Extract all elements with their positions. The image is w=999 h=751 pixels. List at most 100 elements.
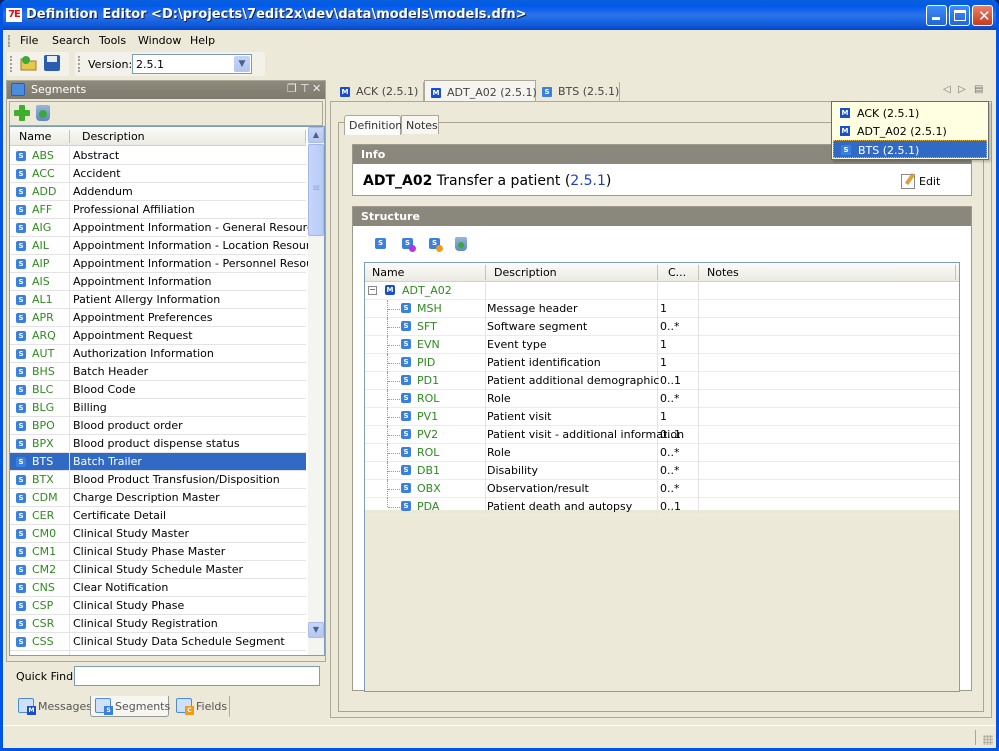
chevron-down-icon[interactable]: ▼ bbox=[234, 56, 250, 72]
vertical-scrollbar[interactable]: ▲ ▼ bbox=[308, 127, 324, 655]
segment-row[interactable]: S AIG Appointment Information - General Re… bbox=[10, 219, 320, 237]
open-icon[interactable] bbox=[20, 55, 38, 71]
scroll-tabs-right-icon[interactable]: ▷ bbox=[958, 84, 966, 95]
structure-row[interactable]: S SFT Software segment 0..* bbox=[365, 318, 959, 336]
segment-row[interactable]: S ACC Accident bbox=[10, 165, 306, 183]
tab-messages[interactable]: M Messages bbox=[14, 696, 92, 717]
segment-row[interactable]: S BHS Batch Header bbox=[10, 363, 306, 381]
menu-help[interactable]: Help bbox=[190, 34, 215, 47]
restore-icon[interactable]: ❐ bbox=[287, 82, 297, 95]
segment-row[interactable]: S AFF Professional Affiliation bbox=[10, 201, 306, 219]
column-header-description[interactable]: Description bbox=[494, 266, 557, 279]
add-segment-choice-icon[interactable]: S bbox=[429, 238, 443, 252]
structure-row[interactable]: S PDA Patient death and autopsy 0..1 bbox=[365, 498, 959, 516]
column-header-notes[interactable]: Notes bbox=[707, 266, 739, 279]
structure-row[interactable]: S PD1 Patient additional demographic 0..1 bbox=[365, 372, 959, 390]
segment-row[interactable]: S CER Certificate Detail bbox=[10, 507, 306, 525]
segment-row[interactable]: S CDM Charge Description Master bbox=[10, 489, 306, 507]
segment-row[interactable]: S BPX Blood product dispense status bbox=[10, 435, 306, 453]
delete-icon[interactable] bbox=[455, 237, 467, 251]
segment-row[interactable]: S AIS Appointment Information bbox=[10, 273, 306, 291]
structure-row[interactable]: S PID Patient identification 1 bbox=[365, 354, 959, 372]
column-separator[interactable] bbox=[69, 130, 70, 143]
menu-search[interactable]: Search bbox=[52, 34, 90, 47]
editor-tab-bts[interactable]: S BTS (2.5.1) bbox=[536, 82, 620, 102]
segment-row[interactable]: S AUT Authorization Information bbox=[10, 345, 306, 363]
edit-button[interactable]: Edit bbox=[901, 172, 961, 192]
tree-root-row[interactable]: − M ADT_A02 bbox=[365, 282, 959, 300]
segment-row[interactable]: S CSP Clinical Study Phase bbox=[10, 597, 306, 615]
segment-row[interactable]: S CNS Clear Notification bbox=[10, 579, 306, 597]
version-select[interactable]: 2.5.1 ▼ bbox=[132, 54, 252, 74]
editor-tab-ack[interactable]: M ACK (2.5.1) bbox=[334, 82, 424, 102]
popup-item-ack[interactable]: M ACK (2.5.1) bbox=[833, 104, 987, 122]
menu-tools[interactable]: Tools bbox=[99, 34, 126, 47]
add-segment-group-icon[interactable]: S bbox=[402, 238, 416, 252]
resize-grip[interactable] bbox=[983, 735, 993, 745]
segment-row[interactable]: S ARQ Appointment Request bbox=[10, 327, 306, 345]
quick-find-input[interactable] bbox=[74, 666, 320, 686]
structure-row[interactable]: S EVN Event type 1 bbox=[365, 336, 959, 354]
segment-row[interactable]: S ABS Abstract bbox=[10, 147, 306, 165]
tab-definition[interactable]: Definition bbox=[344, 115, 402, 135]
segment-row[interactable]: S CSR Clinical Study Registration bbox=[10, 615, 306, 633]
close-button[interactable]: ✕ bbox=[972, 5, 993, 26]
popup-item-adt-a02[interactable]: M ADT_A02 (2.5.1) bbox=[833, 122, 987, 140]
tab-fields[interactable]: C Fields bbox=[172, 696, 230, 717]
tab-segments[interactable]: S Segments bbox=[90, 696, 170, 717]
close-panel-icon[interactable]: ✕ bbox=[312, 82, 321, 95]
segment-row[interactable]: S CSS Clinical Study Data Schedule Segment bbox=[10, 633, 306, 651]
menu-file[interactable]: File bbox=[20, 34, 38, 47]
segment-row[interactable]: S CTD Contact Data bbox=[10, 651, 306, 655]
editor-tab-adt-a02[interactable]: M ADT_A02 (2.5.1) bbox=[424, 80, 537, 102]
segment-row[interactable]: S AIP Appointment Information - Personnel … bbox=[10, 255, 324, 273]
column-separator[interactable] bbox=[657, 265, 658, 280]
toolbar-grip[interactable] bbox=[10, 56, 12, 72]
popup-item-bts[interactable]: S BTS (2.5.1) bbox=[833, 140, 987, 158]
maximize-button[interactable] bbox=[949, 5, 970, 26]
scroll-up-button[interactable]: ▲ bbox=[308, 127, 324, 143]
segment-row[interactable]: S CM2 Clinical Study Schedule Master bbox=[10, 561, 306, 579]
segment-row[interactable]: S CM0 Clinical Study Master bbox=[10, 525, 306, 543]
structure-row[interactable]: S DB1 Disability 0..* bbox=[365, 462, 959, 480]
column-separator[interactable] bbox=[955, 265, 956, 280]
structure-row[interactable]: S ROL Role 0..* bbox=[365, 390, 959, 408]
pin-icon[interactable]: ⊤ bbox=[300, 82, 310, 95]
segment-row[interactable]: S APR Appointment Preferences bbox=[10, 309, 306, 327]
info-version-link[interactable]: 2.5.1 bbox=[570, 173, 606, 189]
scroll-down-button[interactable]: ▼ bbox=[308, 622, 324, 638]
minimize-button[interactable] bbox=[926, 5, 947, 26]
scroll-tabs-left-icon[interactable]: ◁ bbox=[943, 84, 951, 95]
column-separator[interactable] bbox=[698, 265, 699, 280]
delete-segment-button[interactable] bbox=[36, 105, 50, 121]
column-separator[interactable] bbox=[485, 265, 486, 280]
structure-row[interactable]: S OBX Observation/result 0..* bbox=[365, 480, 959, 498]
structure-row[interactable]: S PV1 Patient visit 1 bbox=[365, 408, 959, 426]
segment-row[interactable]: S AL1 Patient Allergy Information bbox=[10, 291, 306, 309]
segment-row[interactable]: S BPO Blood product order bbox=[10, 417, 306, 435]
structure-row[interactable]: S PV2 Patient visit - additional informati… bbox=[365, 426, 959, 444]
tab-notes[interactable]: Notes bbox=[401, 115, 439, 134]
column-header-cardinality[interactable]: C... bbox=[668, 266, 686, 279]
segment-row[interactable]: S BLC Blood Code bbox=[10, 381, 306, 399]
segment-row[interactable]: S ADD Addendum bbox=[10, 183, 306, 201]
scroll-thumb[interactable] bbox=[308, 144, 324, 236]
segment-row[interactable]: S AIL Appointment Information - Location R… bbox=[10, 237, 323, 255]
structure-row[interactable]: S MSH Message header 1 bbox=[365, 300, 959, 318]
segment-row[interactable]: S BTS Batch Trailer bbox=[10, 453, 306, 471]
tab-list-icon[interactable]: ▤ bbox=[974, 84, 983, 95]
segment-row[interactable]: S CM1 Clinical Study Phase Master bbox=[10, 543, 306, 561]
column-header-description[interactable]: Description bbox=[82, 130, 145, 143]
save-icon[interactable] bbox=[44, 55, 60, 71]
add-segment-icon[interactable]: S bbox=[375, 238, 386, 249]
column-header-name[interactable]: Name bbox=[19, 130, 51, 143]
column-separator[interactable] bbox=[305, 130, 306, 143]
structure-row[interactable]: S ROL Role 0..* bbox=[365, 444, 959, 462]
column-header-name[interactable]: Name bbox=[372, 266, 404, 279]
segment-row[interactable]: S BTX Blood Product Transfusion/Dispositio… bbox=[10, 471, 306, 489]
toolbar-grip[interactable] bbox=[78, 56, 80, 72]
menu-grip[interactable] bbox=[8, 35, 10, 47]
menu-window[interactable]: Window bbox=[138, 34, 181, 47]
title-bar[interactable]: 7E Definition Editor <D:\projects\7edit2… bbox=[3, 0, 996, 30]
segment-row[interactable]: S BLG Billing bbox=[10, 399, 306, 417]
